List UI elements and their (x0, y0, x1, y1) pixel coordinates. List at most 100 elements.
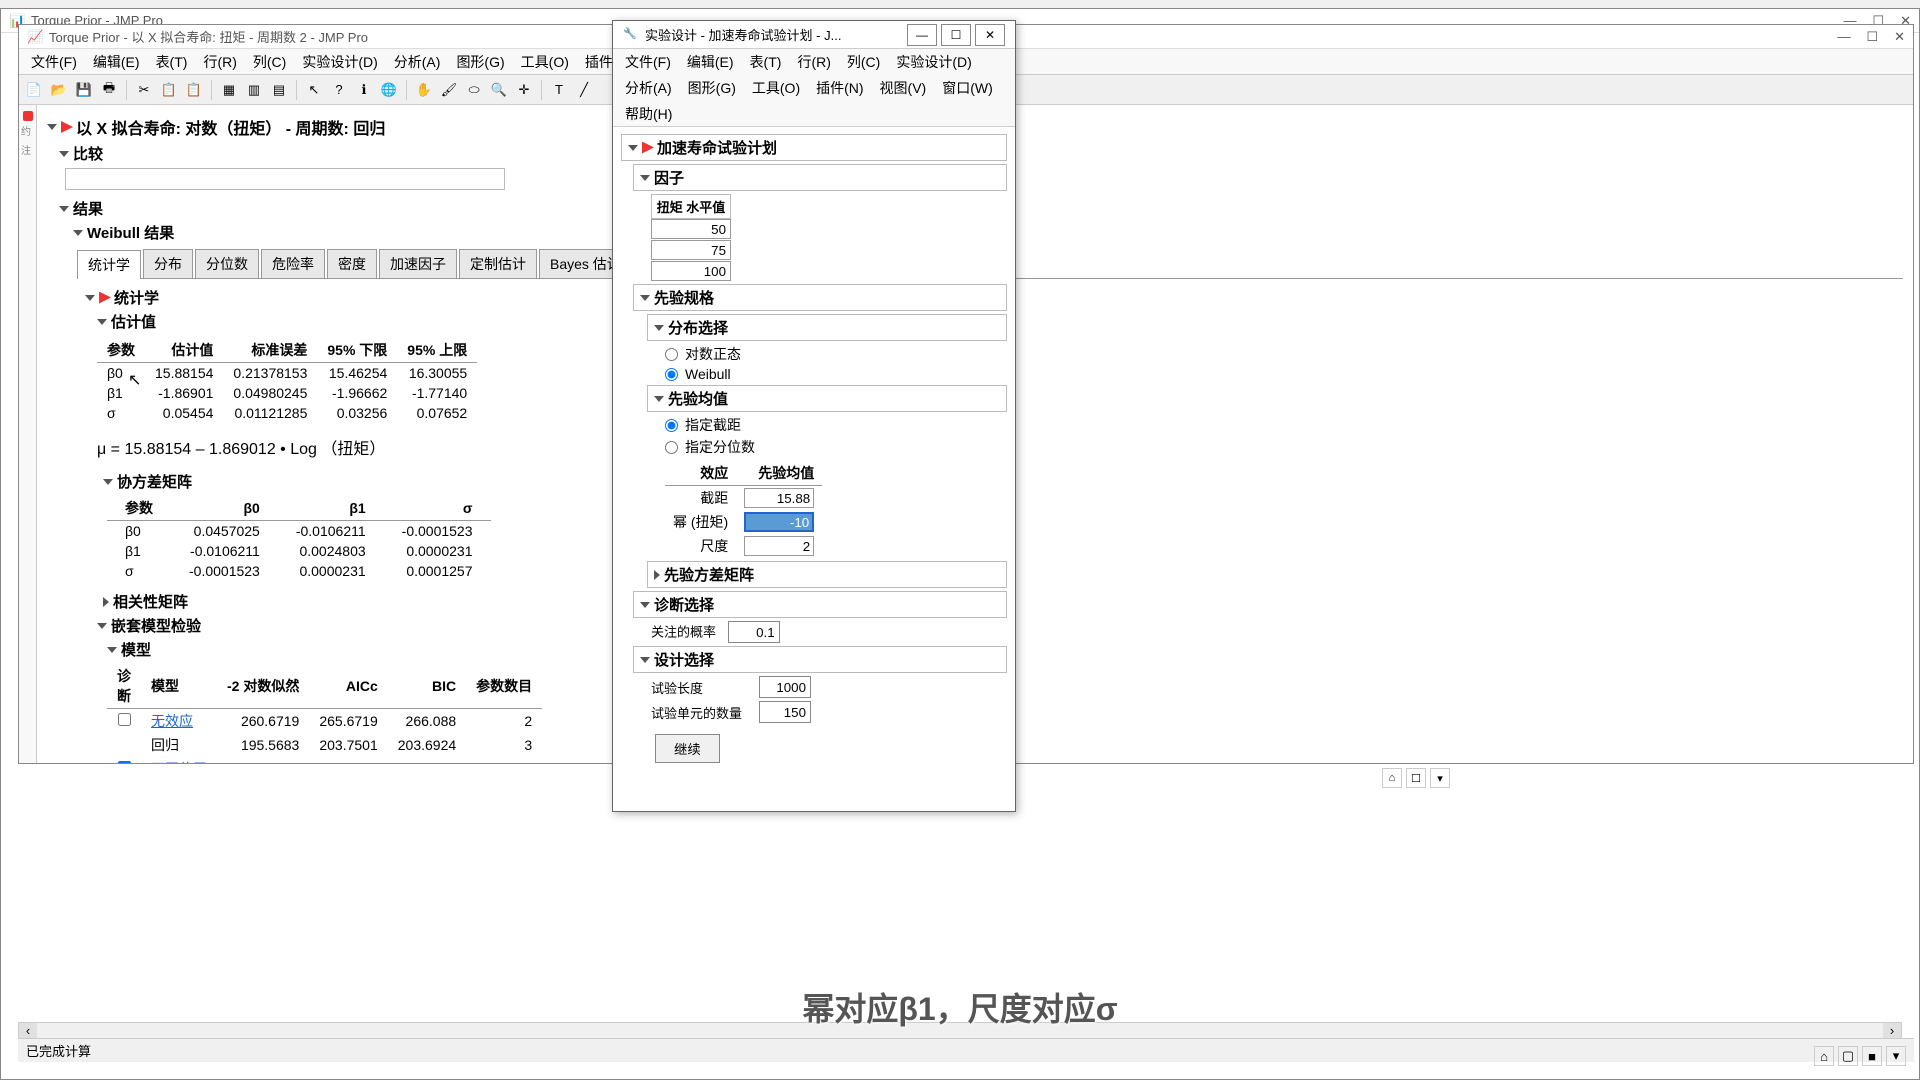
toolbar-chart2-icon[interactable]: ▤ (268, 79, 290, 101)
home-icon[interactable]: ⌂ (1382, 768, 1402, 788)
dist-lognormal-radio[interactable] (665, 348, 678, 361)
disclosure-icon[interactable] (640, 295, 650, 301)
red-marker-icon[interactable] (23, 111, 33, 121)
diagnostic-checkbox[interactable] (118, 761, 131, 763)
disclosure-icon[interactable] (97, 623, 107, 629)
menu-row[interactable]: 行(R) (789, 49, 838, 75)
factor-level-input[interactable] (651, 219, 731, 239)
tab-hazard[interactable]: 危险率 (261, 249, 325, 278)
red-arrow-icon[interactable] (642, 142, 654, 154)
scroll-left-icon[interactable]: ‹ (19, 1023, 37, 1039)
toolbar-globe-icon[interactable]: 🌐 (378, 79, 400, 101)
menu-edit[interactable]: 编辑(E) (85, 49, 148, 75)
menu-file[interactable]: 文件(F) (23, 49, 85, 75)
menu-view[interactable]: 视图(V) (872, 75, 935, 101)
toolbar-info-icon[interactable]: ℹ (353, 79, 375, 101)
window-icon[interactable]: ▢ (1838, 1046, 1858, 1066)
maximize-button[interactable]: ☐ (1866, 29, 1878, 45)
menu-doe[interactable]: 实验设计(D) (294, 49, 385, 75)
toolbar-brush-icon[interactable]: 🖌 (438, 79, 460, 101)
toolbar-hand-icon[interactable]: ✋ (413, 79, 435, 101)
disclosure-icon[interactable] (640, 657, 650, 663)
toolbar-zoom-icon[interactable]: 🔍 (488, 79, 510, 101)
menu-window[interactable]: 窗口(W) (934, 75, 1001, 101)
tab-accel[interactable]: 加速因子 (379, 249, 457, 278)
menu-row[interactable]: 行(R) (195, 49, 244, 75)
disclosure-icon[interactable] (654, 325, 664, 331)
dist-weibull-radio[interactable] (665, 368, 678, 381)
disclosure-icon[interactable] (97, 319, 107, 325)
spec-intercept-radio[interactable] (665, 419, 678, 432)
toolbar-cut-icon[interactable]: ✂ (133, 79, 155, 101)
menu-table[interactable]: 表(T) (742, 49, 790, 75)
maximize-button[interactable]: ☐ (941, 24, 971, 46)
disclosure-icon[interactable] (654, 396, 664, 402)
minimize-button[interactable]: — (1837, 29, 1850, 45)
toolbar-print-icon[interactable]: 🖶 (98, 79, 120, 101)
tab-density[interactable]: 密度 (327, 249, 377, 278)
menu-analyze[interactable]: 分析(A) (386, 49, 449, 75)
menu-graph[interactable]: 图形(G) (680, 75, 744, 101)
toolbar-new-icon[interactable]: 📄 (23, 79, 45, 101)
toolbar-lasso-icon[interactable]: ⬭ (463, 79, 485, 101)
test-units-input[interactable] (759, 701, 811, 723)
menu-table[interactable]: 表(T) (148, 49, 196, 75)
factor-level-input[interactable] (651, 240, 731, 260)
disclosure-icon[interactable] (107, 647, 117, 653)
model-name-cell[interactable]: 不同位置 (141, 757, 217, 763)
menu-addins[interactable]: 插件(N) (808, 75, 871, 101)
home-icon[interactable]: ⌂ (1814, 1046, 1834, 1066)
close-button[interactable]: ✕ (1894, 29, 1905, 45)
prob-interest-input[interactable] (728, 621, 780, 643)
fill-icon[interactable]: ■ (1862, 1046, 1882, 1066)
disclosure-icon[interactable] (628, 145, 638, 151)
toolbar-table-icon[interactable]: ▦ (218, 79, 240, 101)
menu-edit[interactable]: 编辑(E) (679, 49, 742, 75)
menu-help[interactable]: 帮助(H) (617, 101, 680, 127)
tab-quantile[interactable]: 分位数 (195, 249, 259, 278)
disclosure-icon[interactable] (59, 151, 69, 157)
disclosure-icon[interactable] (103, 479, 113, 485)
continue-button[interactable]: 继续 (655, 734, 720, 763)
diagnostic-checkbox[interactable] (118, 713, 131, 726)
prior-power-input[interactable] (744, 512, 814, 532)
toolbar-text-icon[interactable]: T (548, 79, 570, 101)
scroll-right-icon[interactable]: › (1883, 1023, 1901, 1039)
menu-analyze[interactable]: 分析(A) (617, 75, 680, 101)
menu-col[interactable]: 列(C) (245, 49, 294, 75)
test-length-input[interactable] (759, 676, 811, 698)
disclosure-icon[interactable] (103, 597, 109, 607)
close-button[interactable]: ✕ (975, 24, 1005, 46)
toolbar-open-icon[interactable]: 📂 (48, 79, 70, 101)
disclosure-icon[interactable] (47, 124, 57, 130)
disclosure-icon[interactable] (654, 570, 660, 580)
toolbar-help-icon[interactable]: ? (328, 79, 350, 101)
red-arrow-icon[interactable] (99, 292, 111, 304)
menu-tools[interactable]: 工具(O) (744, 75, 808, 101)
menu-col[interactable]: 列(C) (839, 49, 888, 75)
disclosure-icon[interactable] (640, 602, 650, 608)
toolbar-copy-icon[interactable]: 📋 (158, 79, 180, 101)
minimize-button[interactable]: — (907, 24, 937, 46)
disclosure-icon[interactable] (640, 175, 650, 181)
menu-graph[interactable]: 图形(G) (448, 49, 512, 75)
compare-input[interactable] (65, 168, 505, 190)
menu-tools[interactable]: 工具(O) (513, 49, 577, 75)
dropdown-icon[interactable]: ▾ (1430, 768, 1450, 788)
prior-intercept-input[interactable] (744, 488, 814, 508)
tab-custom[interactable]: 定制估计 (459, 249, 537, 278)
toolbar-chart-icon[interactable]: ▥ (243, 79, 265, 101)
prior-scale-input[interactable] (744, 536, 814, 556)
menu-file[interactable]: 文件(F) (617, 49, 679, 75)
toolbar-paste-icon[interactable]: 📋 (183, 79, 205, 101)
disclosure-icon[interactable] (85, 295, 95, 301)
toolbar-line-icon[interactable]: ╱ (573, 79, 595, 101)
toolbar-save-icon[interactable]: 💾 (73, 79, 95, 101)
red-arrow-icon[interactable] (61, 121, 73, 133)
factor-level-input[interactable] (651, 261, 731, 281)
disclosure-icon[interactable] (73, 230, 83, 236)
tab-distribution[interactable]: 分布 (143, 249, 193, 278)
toolbar-crosshair-icon[interactable]: ✛ (513, 79, 535, 101)
disclosure-icon[interactable] (59, 206, 69, 212)
dropdown-icon[interactable]: ▾ (1886, 1046, 1906, 1066)
